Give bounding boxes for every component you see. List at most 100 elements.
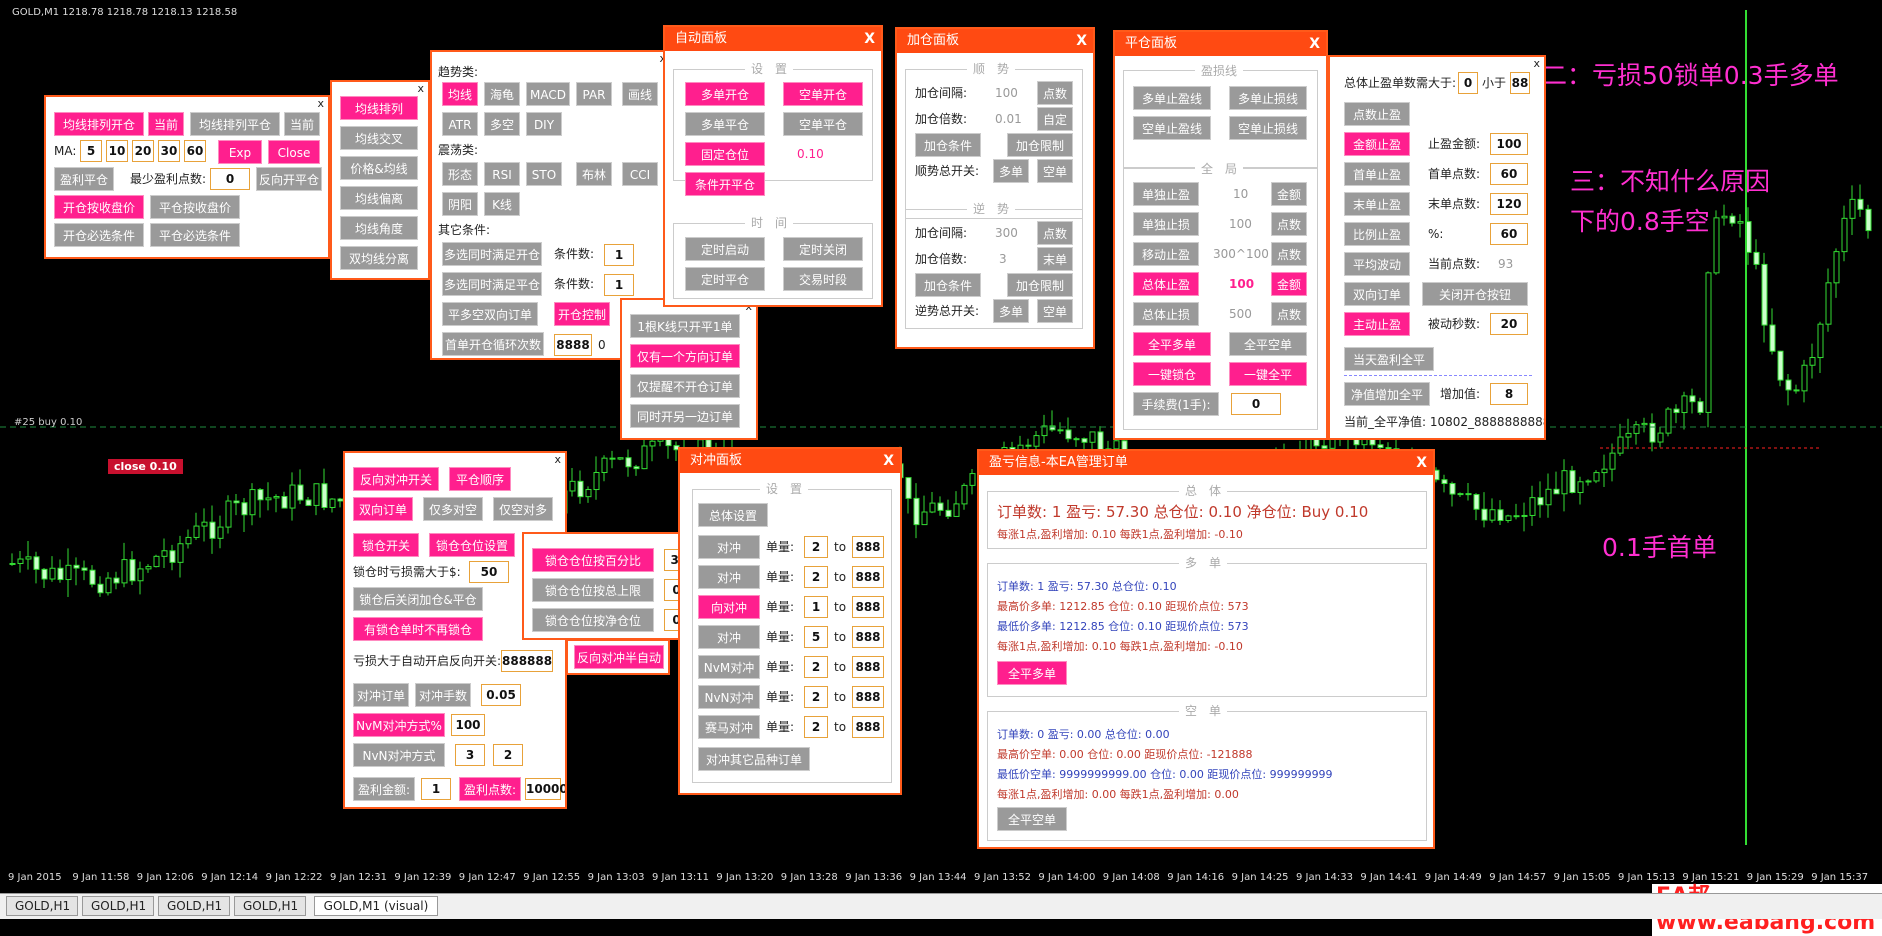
passive-input[interactable]: 20 [1490, 313, 1528, 335]
pts-tp-button[interactable]: 点数止盈 [1344, 102, 1410, 126]
long-close-button[interactable]: 多单平仓 [685, 112, 765, 136]
timer-start-button[interactable]: 定时启动 [685, 237, 765, 261]
long2-button[interactable]: 多单 [993, 299, 1029, 323]
after-lock-button[interactable]: 锁仓后关闭加仓&平仓 [353, 587, 483, 611]
open-ctrl-item[interactable]: 1根K线只开平1单 [630, 314, 740, 338]
hedge-lots-input[interactable]: 0.05 [481, 684, 521, 706]
cnt-input[interactable]: 1 [604, 244, 634, 266]
osc-btn[interactable]: 阴阳 [442, 192, 478, 216]
short-tp-button[interactable]: 空单止盈线 [1133, 116, 1211, 140]
current-button[interactable]: 当前 [148, 112, 184, 136]
ma-input-4[interactable]: 30 [158, 140, 180, 162]
lock-net-button[interactable]: 锁仓仓位按净仓位 [532, 608, 654, 632]
open-ctrl-item[interactable]: 仅有一个方向订单 [630, 344, 740, 368]
hedge-mode-button[interactable]: 向对冲 [698, 595, 760, 619]
tab-gold-h1[interactable]: GOLD,H1 [82, 896, 154, 916]
lots-input[interactable]: 5 [804, 626, 828, 648]
trade-time-button[interactable]: 交易时段 [783, 267, 863, 291]
add-cond2-button[interactable]: 加仓条件 [915, 273, 981, 297]
trend-btn[interactable]: DIY [526, 112, 562, 136]
bidir-button[interactable]: 双向订单 [353, 497, 413, 521]
osc-btn[interactable]: 布林 [576, 162, 612, 186]
hedge-mode-button[interactable]: 赛马对冲 [698, 715, 760, 739]
last-button[interactable]: 末单 [1037, 247, 1073, 271]
close-icon[interactable]: X [1076, 29, 1087, 53]
loop-input[interactable]: 8888 [554, 334, 592, 356]
tab-gold-h1[interactable]: GOLD,H1 [6, 896, 78, 916]
trend-btn[interactable]: 均线 [442, 82, 478, 106]
close-icon[interactable]: x [317, 97, 324, 110]
close-mode-button[interactable]: Close [268, 140, 320, 164]
nvm-pct-button[interactable]: NvM对冲方式% [353, 713, 445, 737]
amount-button[interactable]: 金额 [1271, 182, 1307, 206]
ratio-tp-button[interactable]: 比例止盈 [1344, 222, 1410, 246]
pct-input[interactable]: 60 [1490, 223, 1528, 245]
close-icon[interactable]: X [864, 27, 875, 51]
single-tp-button[interactable]: 单独止盈 [1133, 182, 1199, 206]
add-limit2-button[interactable]: 加仓限制 [1007, 273, 1073, 297]
hedge-lots-button[interactable]: 对冲手数 [415, 683, 471, 707]
total-tp-button[interactable]: 总体止盈 [1133, 272, 1199, 296]
nvn-input-b[interactable]: 2 [493, 744, 523, 766]
short-button[interactable]: 空单 [1037, 159, 1073, 183]
open-ctrl-item[interactable]: 同时开另一边订单 [630, 404, 740, 428]
hedge-order-button[interactable]: 对冲订单 [353, 683, 409, 707]
to-input[interactable]: 888 [852, 656, 884, 678]
flat-long-button[interactable]: 全平多单 [997, 661, 1067, 685]
rev-switch-button[interactable]: 反向对冲开关 [353, 467, 439, 491]
multi-close-button[interactable]: 多选同时满足平仓 [442, 272, 542, 296]
open-must-button[interactable]: 开仓必选条件 [54, 223, 144, 247]
add-cond-button[interactable]: 加仓条件 [915, 133, 981, 157]
close-icon[interactable]: x [417, 82, 424, 95]
trend-btn[interactable]: 多空 [484, 112, 520, 136]
pts-button[interactable]: 点数 [1271, 212, 1307, 236]
all-set-button[interactable]: 总体设置 [698, 503, 768, 527]
ma-input-1[interactable]: 5 [80, 140, 102, 162]
other-symbol-button[interactable]: 对冲其它品种订单 [698, 747, 810, 771]
pts-button-2[interactable]: 点数 [1271, 242, 1307, 266]
osc-btn[interactable]: 形态 [442, 162, 478, 186]
reverse-button[interactable]: 反向开平仓 [256, 167, 322, 191]
hedge-mode-button[interactable]: NvN对冲 [698, 685, 760, 709]
today-flat-button[interactable]: 当天盈利全平 [1344, 347, 1434, 371]
close-by-close-button[interactable]: 平仓按收盘价 [150, 195, 240, 219]
open-by-close-button[interactable]: 开仓按收盘价 [54, 195, 144, 219]
amount-button-2[interactable]: 金额 [1271, 272, 1307, 296]
multi-open-button[interactable]: 多选同时满足开仓 [442, 242, 542, 266]
lock-loss-input[interactable]: 50 [469, 561, 509, 583]
hedge-mode-button[interactable]: 对冲 [698, 565, 760, 589]
to-input[interactable]: 888 [852, 596, 884, 618]
close-open-btns-button[interactable]: 关闭开仓按钮 [1422, 282, 1528, 306]
fee-button[interactable]: 手续费(1手): [1133, 392, 1219, 416]
ma-input-2[interactable]: 10 [106, 140, 128, 162]
lots-input[interactable]: 2 [804, 656, 828, 678]
eq-flat-button[interactable]: 净值增加全平 [1344, 382, 1430, 406]
tp-amt-input[interactable]: 100 [1490, 133, 1528, 155]
rev-half-button[interactable]: 反向对冲半自动 [574, 645, 664, 669]
open-ctrl-button[interactable]: 开仓控制 [554, 302, 610, 326]
custom-button[interactable]: 自定 [1037, 107, 1073, 131]
pts-button[interactable]: 点数 [1037, 81, 1073, 105]
active-tp-button[interactable]: 主动止盈 [1344, 312, 1410, 336]
inc-input[interactable]: 8 [1490, 383, 1528, 405]
to-input[interactable]: 888 [852, 626, 884, 648]
last-tp-button[interactable]: 末单止盈 [1344, 192, 1410, 216]
profit-amt-button[interactable]: 盈利金额: [353, 777, 415, 801]
nvn-input-a[interactable]: 3 [455, 744, 485, 766]
timer-flat-button[interactable]: 定时平仓 [685, 267, 765, 291]
nvm-input[interactable]: 100 [451, 714, 485, 736]
long-open-button[interactable]: 多单开仓 [685, 82, 765, 106]
tab-gold-h1[interactable]: GOLD,H1 [234, 896, 306, 916]
ma-order-open-button[interactable]: 均线排列开仓 [54, 112, 144, 136]
close-icon[interactable]: X [1416, 451, 1427, 475]
osc-btn[interactable]: STO [526, 162, 562, 186]
exp-button[interactable]: Exp [218, 140, 262, 164]
ma-input-3[interactable]: 20 [132, 140, 154, 162]
osc-btn[interactable]: K线 [484, 192, 520, 216]
fixed-lot-button[interactable]: 固定仓位 [685, 142, 765, 166]
first-tp-button[interactable]: 首单止盈 [1344, 162, 1410, 186]
only-long-button[interactable]: 仅多对空 [423, 497, 483, 521]
single-sl-button[interactable]: 单独止损 [1133, 212, 1199, 236]
long-tp-button[interactable]: 多单止盈线 [1133, 86, 1211, 110]
close-icon[interactable]: X [1309, 32, 1320, 56]
